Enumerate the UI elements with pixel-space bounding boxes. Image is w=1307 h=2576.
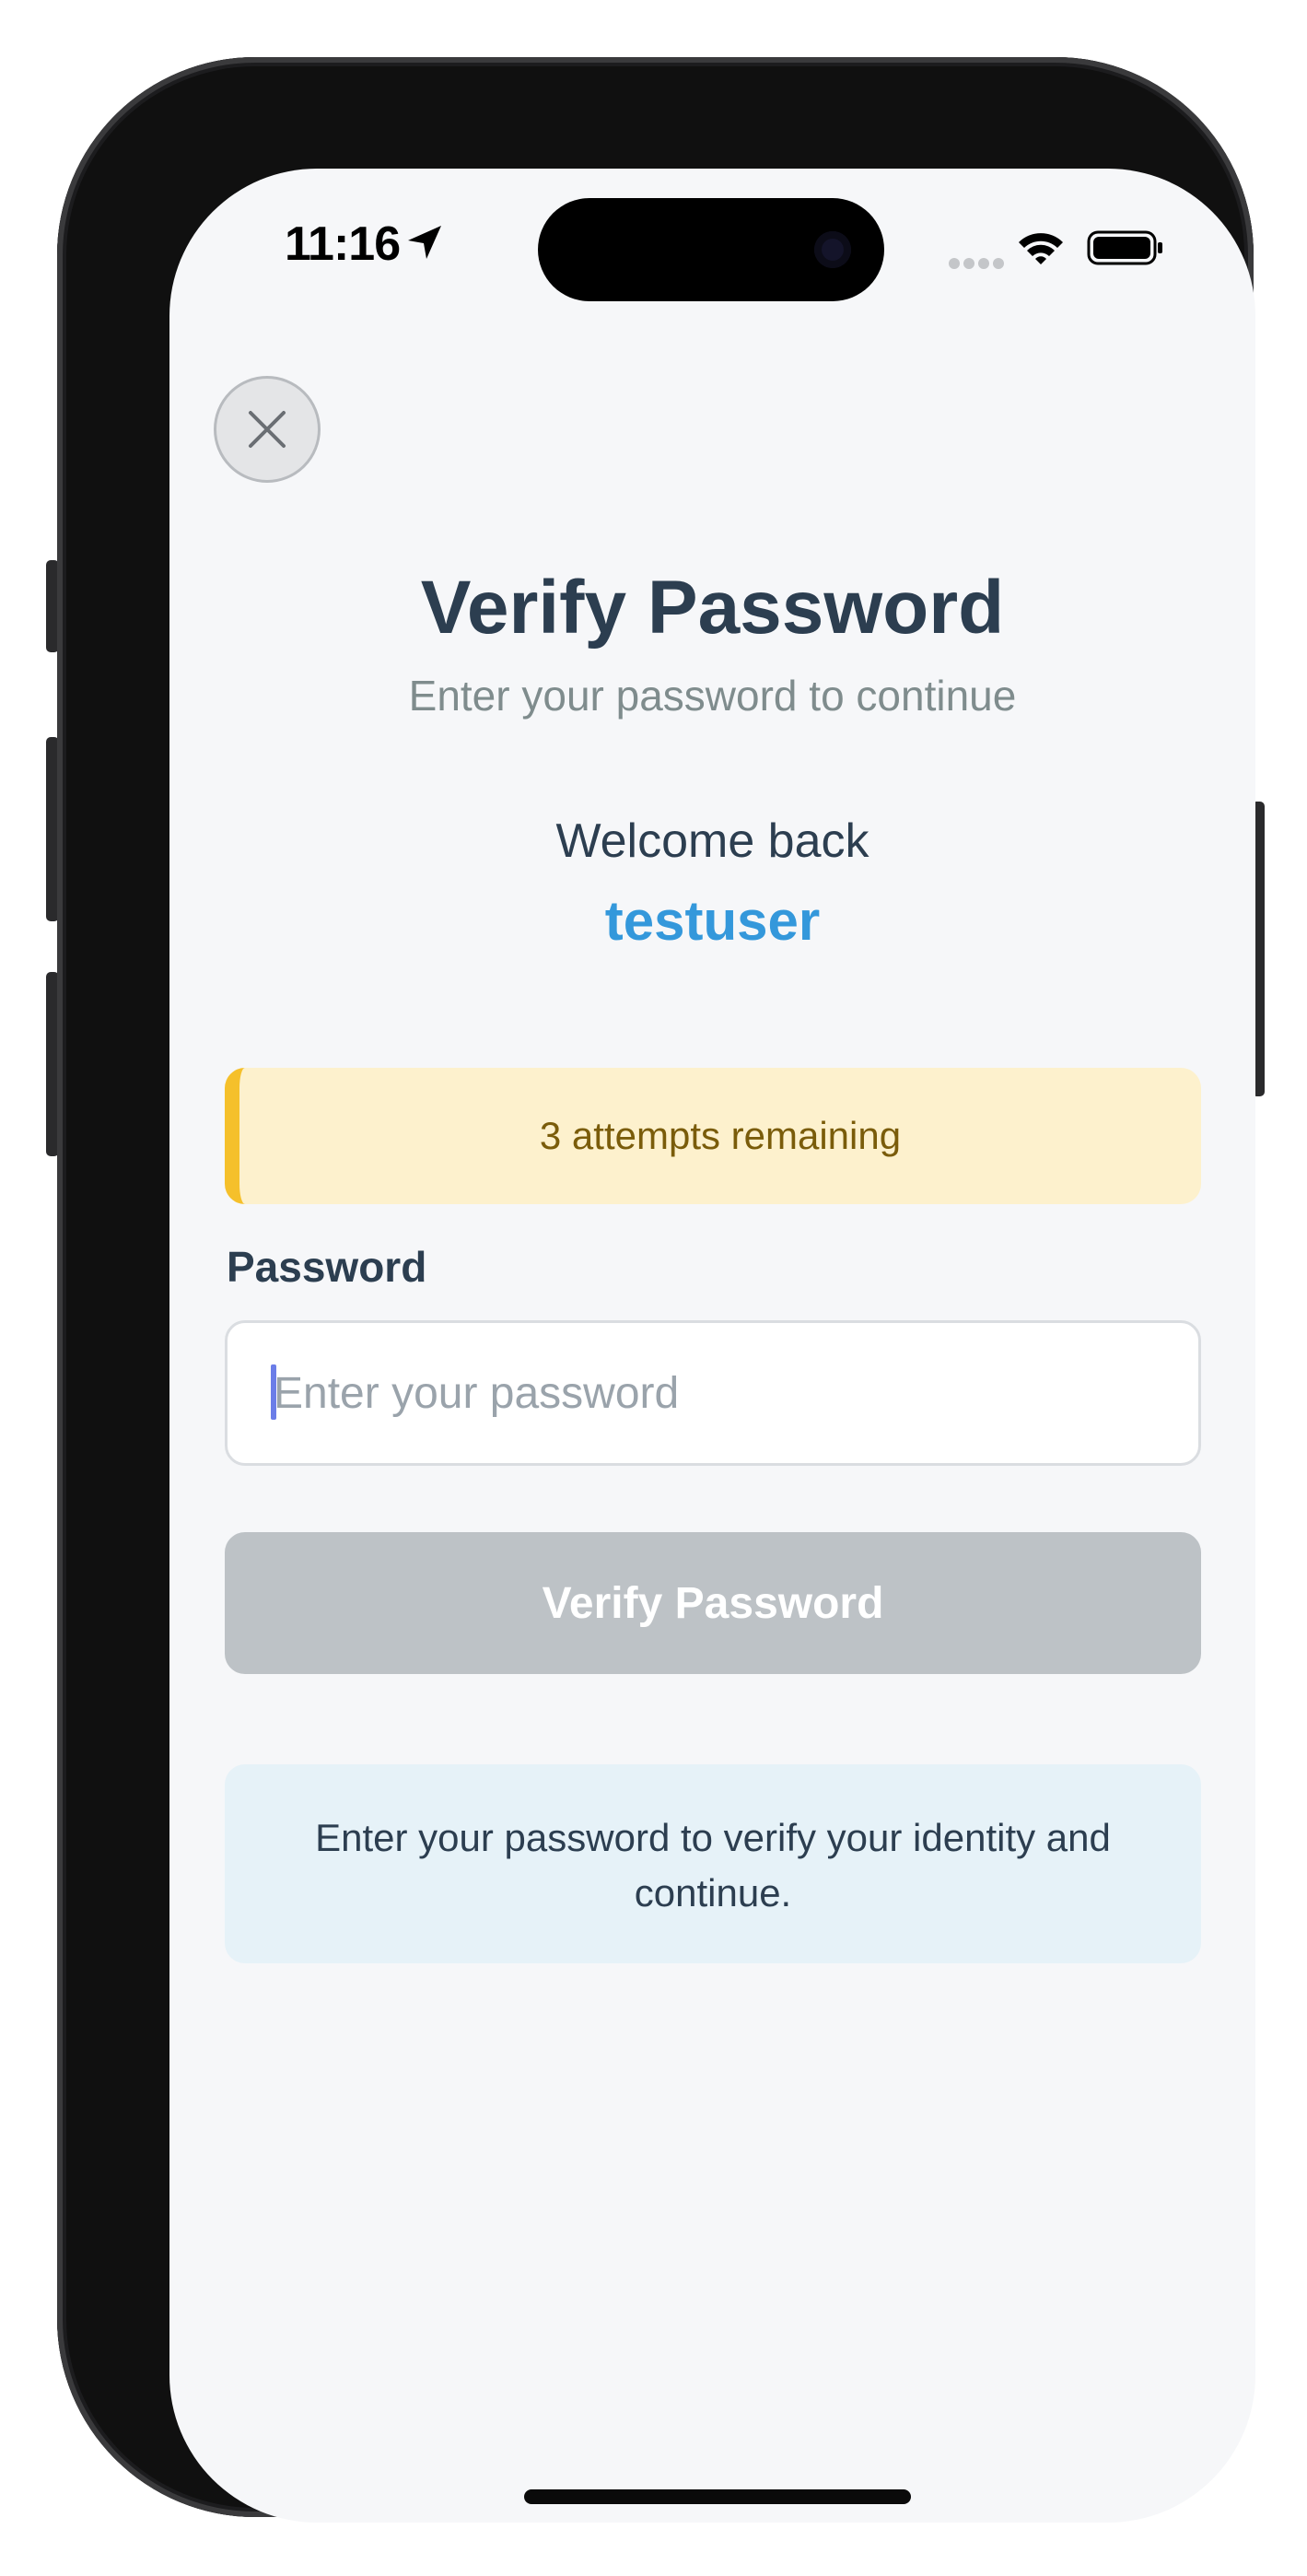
front-camera	[814, 231, 851, 268]
phone-frame: 11:16 Verify Password Enter your passwor…	[57, 57, 1255, 2523]
password-input[interactable]	[225, 1320, 1201, 1466]
welcome-text: Welcome back	[555, 814, 869, 868]
close-icon	[249, 411, 286, 448]
attempts-remaining-text: 3 attempts remaining	[539, 1114, 902, 1157]
verify-password-button[interactable]: Verify Password	[225, 1532, 1201, 1674]
verify-password-label: Verify Password	[542, 1578, 884, 1628]
info-box: Enter your password to verify your ident…	[225, 1764, 1201, 1963]
page-title: Verify Password	[420, 566, 1005, 650]
screen: 11:16 Verify Password Enter your passwor…	[169, 169, 1255, 2523]
text-cursor	[271, 1364, 276, 1420]
status-time: 11:16	[285, 217, 401, 271]
battery-icon	[1087, 230, 1162, 265]
password-label: Password	[227, 1243, 427, 1291]
home-indicator[interactable]	[524, 2489, 911, 2504]
page-subtitle: Enter your password to continue	[408, 672, 1017, 720]
attempts-warning-banner: 3 attempts remaining	[225, 1068, 1201, 1204]
dynamic-island	[538, 198, 884, 301]
username: testuser	[604, 890, 821, 952]
wifi-icon	[1019, 233, 1063, 264]
location-arrow-icon	[408, 226, 441, 259]
cellular-signal-icon	[949, 258, 1004, 269]
info-text: Enter your password to verify your ident…	[315, 1816, 1111, 1914]
close-button[interactable]	[214, 376, 321, 483]
